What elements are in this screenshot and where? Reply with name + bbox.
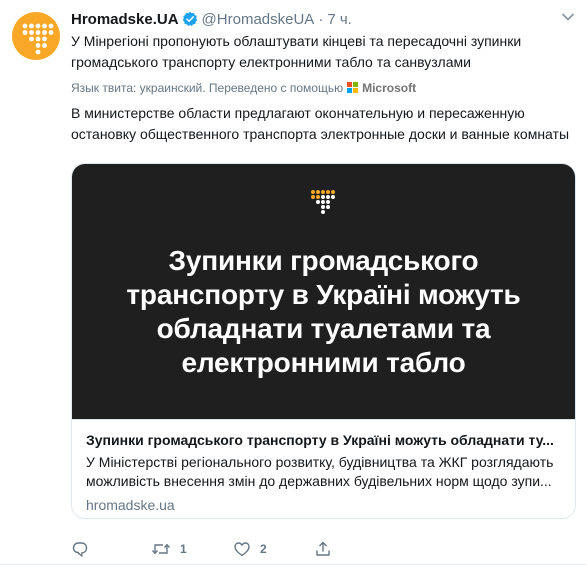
card-headline-line: електронними табло <box>181 347 466 378</box>
heart-icon <box>234 542 250 557</box>
retweet-count: 1 <box>180 542 187 556</box>
tweet-actions: 1 2 <box>71 540 571 560</box>
card-description: У Міністерстві регіонального розвитку, б… <box>86 453 562 491</box>
tweet[interactable]: Hromadske.UA @HromadskeUA · 7 ч. У Мінре… <box>0 0 586 565</box>
card-description-line: У Міністерстві регіонального розвитку, б… <box>86 454 554 470</box>
tweet-text-line: громадського транспорту електронними таб… <box>71 54 471 70</box>
card-domain[interactable]: hromadske.ua <box>86 497 562 513</box>
avatar[interactable] <box>12 12 60 60</box>
microsoft-logo-icon <box>347 82 359 94</box>
translation-line: остановку общественного транспорта элект… <box>71 126 570 142</box>
translation-attribution: Язык твита: украинский. Переведено с пом… <box>71 80 571 96</box>
card-description-line: можливість внесення змін до державних бу… <box>86 473 552 489</box>
header-separator: · <box>318 10 324 28</box>
tweet-content: Hromadske.UA @HromadskeUA · 7 ч. У Мінре… <box>71 8 576 557</box>
card-headline-line: обладнати туалетами та <box>156 313 491 344</box>
retweet-icon <box>151 544 171 554</box>
card-headline-line: Зупинки громадського <box>168 245 479 276</box>
chevron-down-icon[interactable] <box>561 12 575 22</box>
like-button[interactable]: 2 <box>233 540 267 558</box>
tweet-header: Hromadske.UA @HromadskeUA · 7 ч. <box>71 8 571 30</box>
share-button[interactable] <box>314 540 332 558</box>
card-title[interactable]: Зупинки громадського транспорту в Україн… <box>86 430 562 450</box>
link-preview-card[interactable]: Зупинки громадського транспорту в Україн… <box>71 163 576 519</box>
hromadske-logo-icon <box>311 190 335 214</box>
hromadske-logo-icon <box>22 23 54 55</box>
reply-icon <box>72 542 88 557</box>
verified-badge-icon <box>182 11 198 27</box>
translation-line: В министерстве области предлагают оконча… <box>71 105 525 121</box>
translation-attribution-label: Язык твита: украинский. Переведено с пом… <box>71 81 344 95</box>
tweet-text-line: У Мінрегіоні пропонують облаштувати кінц… <box>71 33 522 49</box>
card-headline-line: транспорту в Україні можуть <box>126 279 521 310</box>
like-count: 2 <box>260 542 267 556</box>
author-name[interactable]: Hromadske.UA <box>71 11 179 28</box>
translator-brand[interactable]: Microsoft <box>362 81 416 95</box>
tweet-timestamp[interactable]: 7 ч. <box>327 11 352 28</box>
share-icon <box>316 541 330 556</box>
card-body[interactable]: Зупинки громадського транспорту в Україн… <box>86 430 562 513</box>
reply-button[interactable] <box>71 540 89 558</box>
retweet-button[interactable]: 1 <box>151 540 187 558</box>
tweet-translation: В министерстве области предлагают оконча… <box>71 103 571 145</box>
card-image[interactable]: Зупинки громадського транспорту в Україн… <box>72 164 575 420</box>
author-handle[interactable]: @HromadskeUA <box>202 11 315 28</box>
tweet-text: У Мінрегіоні пропонують облаштувати кінц… <box>71 31 571 73</box>
card-image-headline: Зупинки громадського транспорту в Україн… <box>92 244 555 380</box>
